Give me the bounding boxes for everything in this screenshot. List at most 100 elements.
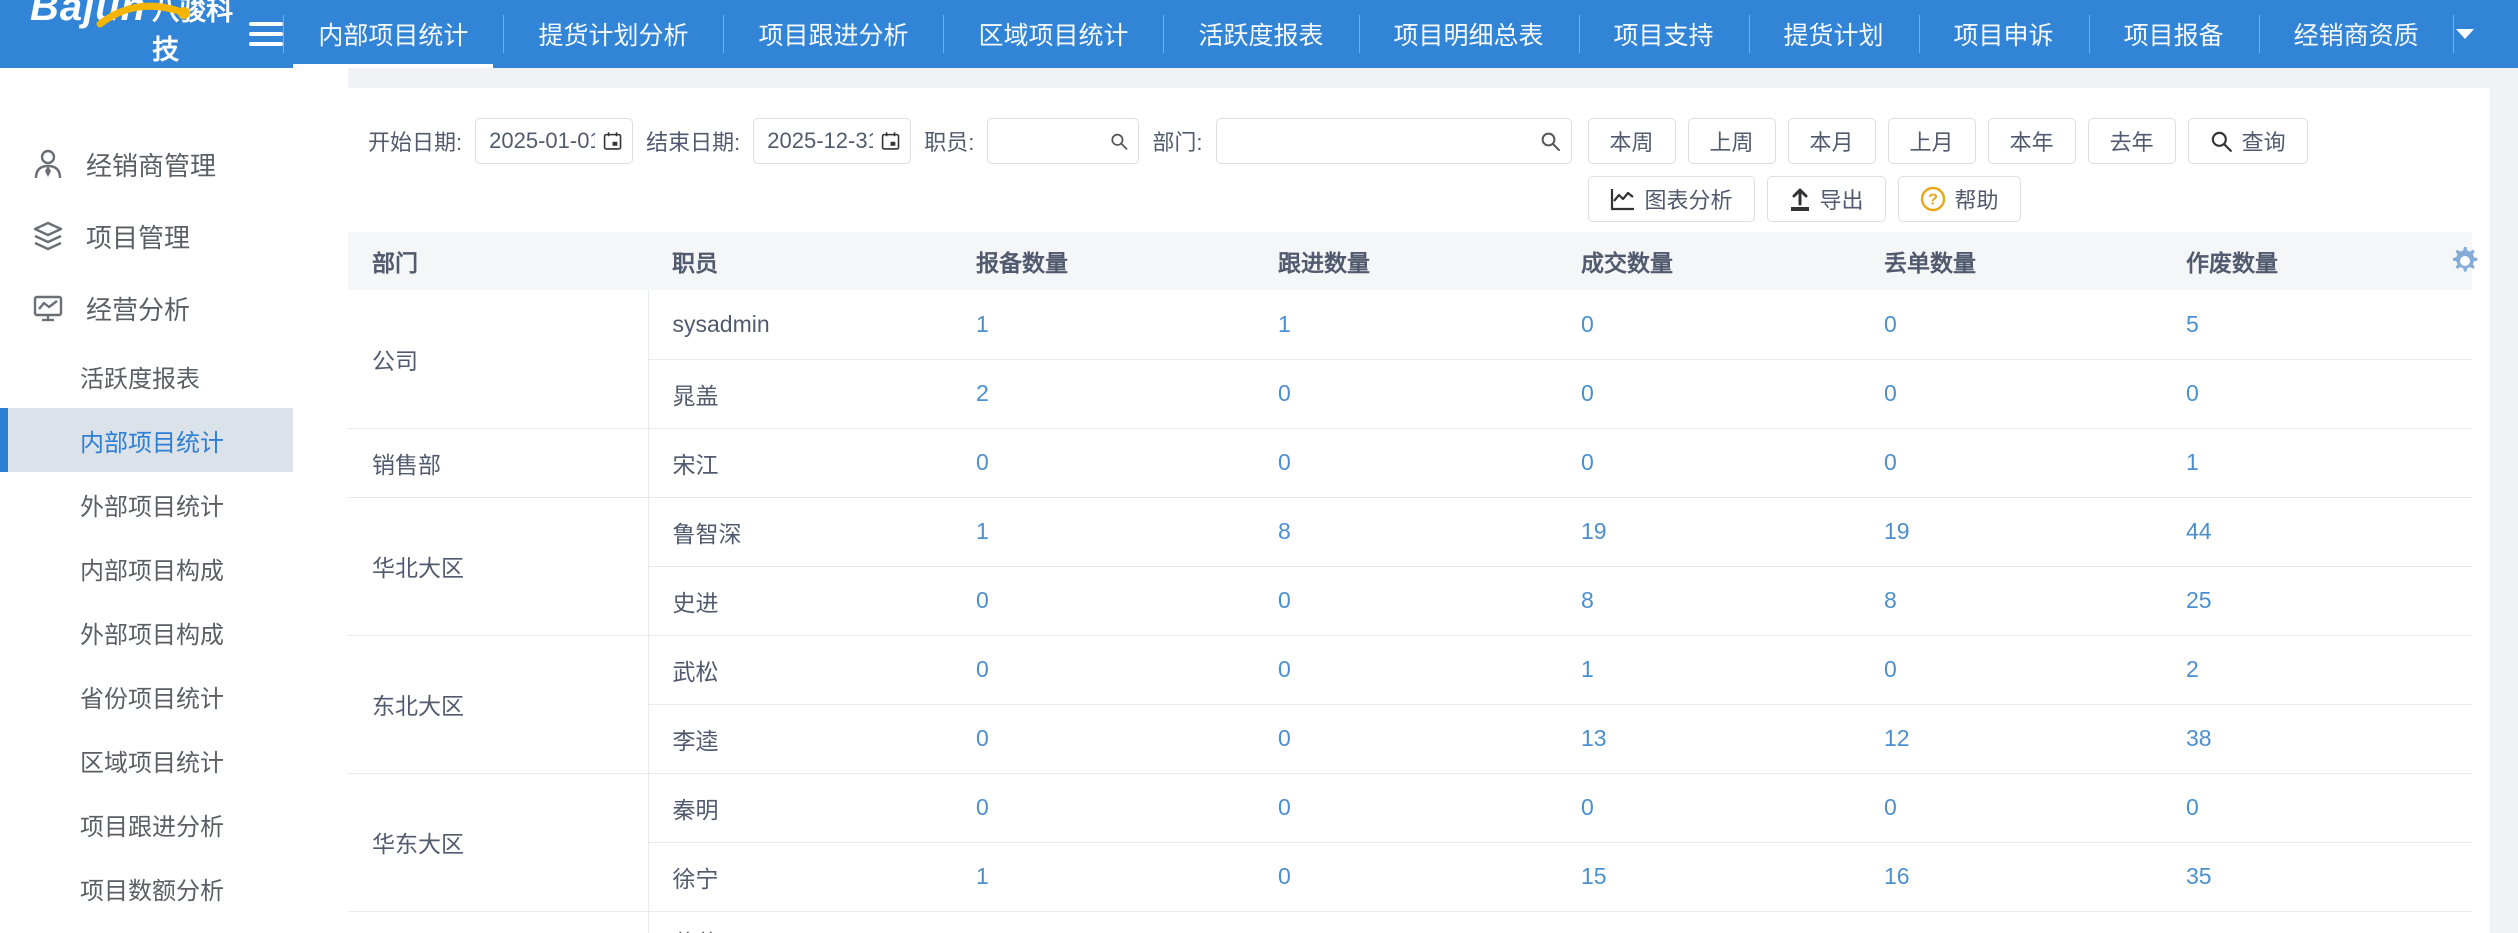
department-search-input[interactable] [1216, 118, 1572, 164]
count-link[interactable]: 0 [1278, 794, 1291, 820]
tab-project-report[interactable]: 项目报备 [2089, 0, 2259, 68]
count-link[interactable]: 0 [976, 449, 989, 475]
count-link[interactable]: 1 [976, 311, 989, 337]
count-link[interactable]: 1 [1278, 311, 1291, 337]
count-link[interactable]: 0 [1278, 725, 1291, 751]
count-link[interactable]: 0 [976, 794, 989, 820]
top-navbar: Bajun 八骏科技 Anyone,Anytime,Anywhere! 内部项目… [0, 0, 2518, 68]
start-date-input[interactable] [475, 118, 633, 164]
count-link[interactable]: 0 [1884, 449, 1897, 475]
count-link[interactable]: 0 [1884, 794, 1897, 820]
sidebar-item-project-follow-analysis[interactable]: 项目跟进分析 [0, 792, 348, 856]
staff-search-input[interactable] [987, 118, 1139, 164]
count-link[interactable]: 8 [1278, 518, 1291, 544]
count-link[interactable]: 8 [1581, 587, 1594, 613]
count-link[interactable]: 0 [1581, 449, 1594, 475]
this-month-button[interactable]: 本月 [1788, 118, 1876, 164]
count-link[interactable]: 0 [1884, 311, 1897, 337]
table-row: 东北大区 武松 0 0 1 0 2 [348, 635, 2472, 704]
sidebar-item-external-project-stats[interactable]: 外部项目统计 [0, 472, 348, 536]
count-link[interactable]: 0 [1278, 380, 1291, 406]
sidebar-item-external-project-composition[interactable]: 外部项目构成 [0, 600, 348, 664]
count-link[interactable]: 0 [1581, 380, 1594, 406]
last-year-button[interactable]: 去年 [2088, 118, 2176, 164]
tab-project-follow-analysis[interactable]: 项目跟进分析 [723, 0, 943, 68]
sidebar-item-region-project-stats[interactable]: 区域项目统计 [0, 728, 348, 792]
count-link[interactable]: 1 [976, 518, 989, 544]
sidebar-item-province-project-stats[interactable]: 省份项目统计 [0, 664, 348, 728]
count-link[interactable]: 19 [1581, 518, 1607, 544]
count-link[interactable]: 1 [2186, 449, 2199, 475]
count-link[interactable]: 0 [1884, 380, 1897, 406]
tab-internal-project-stats[interactable]: 内部项目统计 [283, 0, 503, 68]
last-week-button[interactable]: 上周 [1688, 118, 1776, 164]
count-link[interactable]: 0 [2186, 794, 2199, 820]
table-row-partial: 花荣 [348, 911, 2472, 933]
count-link[interactable]: 0 [2186, 380, 2199, 406]
count-link[interactable]: 13 [1581, 725, 1607, 751]
tab-region-project-stats[interactable]: 区域项目统计 [943, 0, 1163, 68]
count-link[interactable]: 15 [1581, 863, 1607, 889]
sidebar-item-pickup-plan-analysis[interactable]: 提货计划分析 [0, 920, 348, 933]
col-staff: 职员 [648, 232, 952, 290]
count-link[interactable]: 1 [1581, 656, 1594, 682]
count-link[interactable]: 0 [976, 725, 989, 751]
this-year-button[interactable]: 本年 [1988, 118, 2076, 164]
dept-cell: 东北大区 [348, 635, 648, 773]
sidebar-item-activity-report[interactable]: 活跃度报表 [0, 344, 348, 408]
count-link[interactable]: 5 [2186, 311, 2199, 337]
table-row: 史进 0 0 8 8 25 [348, 566, 2472, 635]
search-icon [2210, 130, 2233, 153]
count-link[interactable]: 16 [1884, 863, 1910, 889]
count-link[interactable]: 0 [1581, 794, 1594, 820]
sidebar-item-dealer-management[interactable]: 经销商管理 [0, 128, 348, 200]
staff-cell: 史进 [648, 566, 952, 635]
count-link[interactable]: 0 [1884, 656, 1897, 682]
count-link[interactable]: 8 [1884, 587, 1897, 613]
count-link[interactable]: 25 [2186, 587, 2212, 613]
last-month-button[interactable]: 上月 [1888, 118, 1976, 164]
tab-pickup-plan-analysis[interactable]: 提货计划分析 [503, 0, 723, 68]
chart-analysis-button[interactable]: 图表分析 [1588, 176, 1755, 222]
sidebar-item-internal-project-stats[interactable]: 内部项目统计 [0, 408, 293, 472]
tabs-dropdown-caret-icon[interactable] [2454, 27, 2476, 41]
sidebar-item-project-management[interactable]: 项目管理 [0, 200, 348, 272]
search-button[interactable]: 查询 [2188, 118, 2308, 164]
export-button[interactable]: 导出 [1767, 176, 1886, 222]
tab-project-support[interactable]: 项目支持 [1579, 0, 1749, 68]
help-button[interactable]: ? 帮助 [1898, 176, 2021, 222]
end-date-input[interactable] [753, 118, 911, 164]
count-link[interactable]: 2 [2186, 656, 2199, 682]
table-settings-gear-icon[interactable] [2450, 246, 2480, 281]
this-week-button[interactable]: 本周 [1588, 118, 1676, 164]
tab-dealer-qualification[interactable]: 经销商资质 [2259, 0, 2454, 68]
calendar-icon[interactable] [603, 129, 622, 153]
count-link[interactable]: 0 [1581, 311, 1594, 337]
count-link[interactable]: 0 [1278, 449, 1291, 475]
count-link[interactable]: 12 [1884, 725, 1910, 751]
sidebar-item-business-analysis[interactable]: 经营分析 [0, 272, 348, 344]
count-link[interactable]: 0 [976, 587, 989, 613]
hamburger-menu-icon[interactable] [249, 0, 283, 68]
count-link[interactable]: 35 [2186, 863, 2212, 889]
tab-project-detail-table[interactable]: 项目明细总表 [1359, 0, 1579, 68]
tab-activity-report[interactable]: 活跃度报表 [1163, 0, 1358, 68]
count-link[interactable]: 0 [1278, 587, 1291, 613]
count-link[interactable]: 44 [2186, 518, 2212, 544]
logo-brand-en: Bajun [30, 0, 146, 30]
sidebar-item-project-amount-analysis[interactable]: 项目数额分析 [0, 856, 348, 920]
search-icon[interactable] [1540, 130, 1561, 153]
tab-pickup-plan[interactable]: 提货计划 [1749, 0, 1919, 68]
tab-project-appeal[interactable]: 项目申诉 [1919, 0, 2089, 68]
sidebar-item-internal-project-composition[interactable]: 内部项目构成 [0, 536, 348, 600]
calendar-icon[interactable] [881, 129, 900, 153]
count-link[interactable]: 2 [976, 380, 989, 406]
count-link[interactable]: 19 [1884, 518, 1910, 544]
count-link[interactable]: 0 [976, 656, 989, 682]
count-link[interactable]: 0 [1278, 863, 1291, 889]
table-row: 晁盖 2 0 0 0 0 [348, 359, 2472, 428]
count-link[interactable]: 38 [2186, 725, 2212, 751]
count-link[interactable]: 0 [1278, 656, 1291, 682]
search-icon[interactable] [1110, 130, 1128, 153]
count-link[interactable]: 1 [976, 863, 989, 889]
